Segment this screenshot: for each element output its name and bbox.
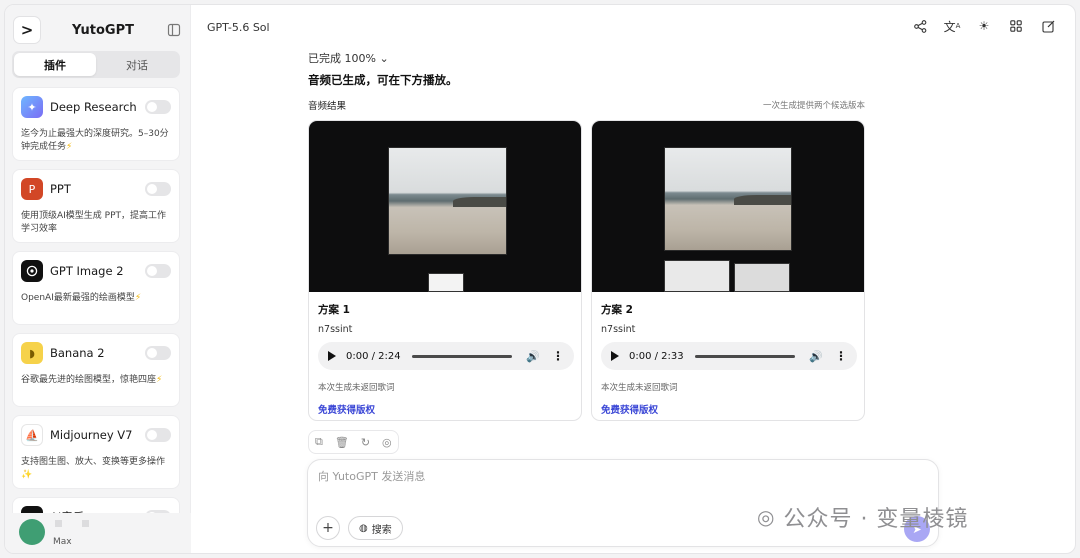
plugin-toggle[interactable]: [145, 346, 171, 360]
plugin-name: PPT: [50, 182, 71, 196]
add-attachment-button[interactable]: +: [316, 516, 340, 540]
ppt-icon: P: [21, 178, 43, 200]
audio-result-card: 方案 2 n7ssint 0:00 / 2:33 🔊 ⋮ 本次生成未返回歌词 免…: [591, 120, 865, 421]
plugin-name: Banana 2: [50, 346, 105, 360]
send-icon: ➤: [912, 522, 922, 536]
brand-name: YutoGPT: [72, 22, 134, 38]
task-status[interactable]: 已完成 100% ⌄: [308, 50, 389, 66]
plugin-name: Midjourney V7: [50, 428, 133, 442]
search-button[interactable]: ◍ 搜索: [348, 516, 403, 540]
lyrics-note: 本次生成未返回歌词: [601, 383, 678, 393]
plugin-name: GPT Image 2: [50, 264, 124, 278]
send-button[interactable]: ➤: [904, 516, 930, 542]
header-actions: 文A ☀: [911, 17, 1057, 35]
results-note: 一次生成提供两个候选版本: [762, 101, 865, 111]
get-copyright-link[interactable]: 免费获得版权: [601, 402, 658, 416]
plugin-toggle[interactable]: [145, 182, 171, 196]
cover-image: [592, 121, 864, 292]
audio-time: 0:00 / 2:33: [629, 350, 684, 362]
plugin-card-banana[interactable]: ◗ Banana 2 谷歌最先进的绘图模型，惊艳四座⚡: [12, 333, 180, 407]
audio-result-card: 方案 1 n7ssint 0:00 / 2:24 🔊 ⋮ 本次生成未返回歌词 免…: [308, 120, 582, 421]
regenerate-icon[interactable]: ↻: [361, 436, 370, 449]
tab-conversations[interactable]: 对话: [96, 53, 178, 76]
plugin-description: 使用顶级AI模型生成 PPT，提高工作学习效率: [21, 211, 167, 234]
audio-progress-bar[interactable]: [695, 354, 796, 358]
audio-progress-bar[interactable]: [412, 354, 513, 358]
midjourney-icon: ⛵: [21, 424, 43, 446]
cover-image: [309, 121, 581, 292]
message-input[interactable]: [318, 470, 918, 483]
model-selector[interactable]: GPT-5.6 Sol: [207, 21, 270, 34]
more-options-icon[interactable]: ⋮: [552, 349, 564, 363]
plugin-card-gpt-image[interactable]: GPT Image 2 OpenAI最新最强的绘画模型⚡: [12, 251, 180, 325]
doorway: [428, 273, 464, 292]
doorway: [664, 260, 730, 292]
plugin-name: Deep Research: [50, 100, 137, 114]
message-composer: + ◍搜索 ➤: [307, 459, 939, 547]
openai-icon: [21, 260, 43, 282]
card-title: 方案 2: [601, 304, 633, 316]
plugin-list: ✦ Deep Research 迄今为止最强大的深度研究。5–30分钟完成任务⚡…: [12, 87, 180, 553]
sidebar-tabs: 插件 对话: [12, 51, 180, 78]
user-name-redacted: [55, 520, 89, 527]
plugin-card-ppt[interactable]: P PPT 使用顶级AI模型生成 PPT，提高工作学习效率: [12, 169, 180, 243]
results-label: 音频结果: [308, 101, 347, 112]
plugin-toggle[interactable]: [145, 100, 171, 114]
user-plan: Max: [53, 537, 72, 547]
avatar[interactable]: [19, 519, 45, 545]
search-label: 搜索: [371, 524, 392, 536]
card-title: 方案 1: [318, 304, 350, 316]
deep-research-icon: ✦: [21, 96, 43, 118]
plugin-card-deep-research[interactable]: ✦ Deep Research 迄今为止最强大的深度研究。5–30分钟完成任务⚡: [12, 87, 180, 161]
plugin-toggle[interactable]: [145, 428, 171, 442]
brand-logo[interactable]: >: [13, 16, 41, 44]
volume-icon[interactable]: 🔊: [526, 350, 540, 363]
translate-icon[interactable]: 文A: [943, 17, 961, 35]
plugin-toggle[interactable]: [145, 264, 171, 278]
response-summary: 音频已生成，可在下方播放。: [308, 73, 458, 87]
sidebar: > YutoGPT 插件 对话 ✦ Deep Research 迄今为止最强大的…: [5, 5, 191, 553]
brand-header: > YutoGPT: [13, 15, 183, 45]
lyrics-note: 本次生成未返回歌词: [318, 383, 395, 393]
beach-photo: [388, 147, 507, 255]
plugin-card-midjourney[interactable]: ⛵ Midjourney V7 支持图生图、放大、变换等更多操作✨: [12, 415, 180, 489]
share-icon[interactable]: [911, 17, 929, 35]
new-chat-icon[interactable]: [1039, 17, 1057, 35]
sidebar-toggle-icon[interactable]: [165, 21, 183, 39]
delete-icon[interactable]: 🗑: [335, 436, 349, 449]
plugin-description: 谷歌最先进的绘图模型，惊艳四座⚡: [21, 375, 163, 385]
plugin-description: 支持图生图、放大、变换等更多操作✨: [21, 457, 166, 480]
app-window: > YutoGPT 插件 对话 ✦ Deep Research 迄今为止最强大的…: [4, 4, 1076, 554]
message-actions: ⧉ 🗑 ↻ ◎: [308, 430, 399, 454]
theme-sun-icon[interactable]: ☀: [975, 17, 993, 35]
audio-time: 0:00 / 2:24: [346, 350, 401, 362]
banana-icon: ◗: [21, 342, 43, 364]
card-subtitle: n7ssint: [601, 324, 636, 335]
card-subtitle: n7ssint: [318, 324, 353, 335]
plugin-description: 迄今为止最强大的深度研究。5–30分钟完成任务⚡: [21, 129, 169, 152]
more-options-icon[interactable]: ⋮: [835, 349, 847, 363]
beach-photo: [664, 147, 792, 251]
audio-player[interactable]: 0:00 / 2:24 🔊 ⋮: [318, 342, 574, 370]
info-icon[interactable]: ◎: [382, 436, 392, 449]
plugin-description: OpenAI最新最强的绘画模型⚡: [21, 293, 142, 303]
play-icon[interactable]: [328, 351, 336, 361]
copy-icon[interactable]: ⧉: [315, 435, 323, 449]
volume-icon[interactable]: 🔊: [809, 350, 823, 363]
audio-player[interactable]: 0:00 / 2:33 🔊 ⋮: [601, 342, 857, 370]
play-icon[interactable]: [611, 351, 619, 361]
grid-apps-icon[interactable]: [1007, 17, 1025, 35]
tab-plugins[interactable]: 插件: [14, 53, 96, 76]
doorway: [734, 263, 790, 292]
user-profile[interactable]: Max: [5, 513, 191, 553]
globe-icon: ◍: [359, 522, 368, 534]
get-copyright-link[interactable]: 免费获得版权: [318, 402, 375, 416]
